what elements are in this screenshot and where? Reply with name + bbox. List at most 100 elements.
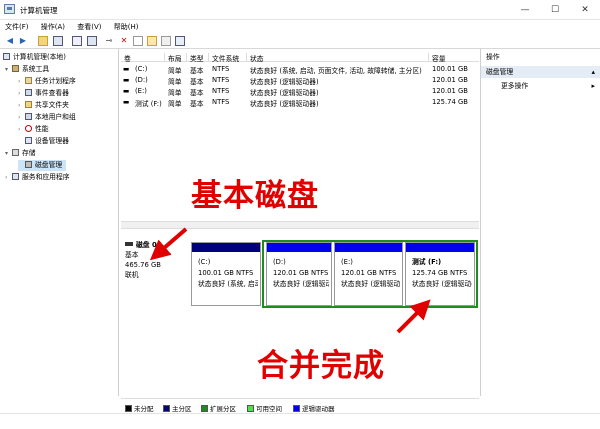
partition-bar: [267, 243, 331, 252]
action-pane-icon[interactable]: [87, 36, 97, 46]
col-volume[interactable]: 卷: [121, 53, 165, 63]
menu-action[interactable]: 操作(A): [36, 20, 70, 34]
chevron-right-icon[interactable]: ›: [5, 172, 12, 183]
shared-folder-icon: [25, 101, 32, 108]
chevron-right-icon[interactable]: ›: [18, 88, 25, 99]
annotation-merge-done: 合并完成: [257, 348, 385, 384]
legend: 未分配 主分区 扩展分区 可用空间 逻辑驱动器: [121, 398, 479, 413]
computer-icon: [3, 53, 10, 60]
delete-icon[interactable]: ✕: [119, 36, 129, 46]
actions-pane: 操作 磁盘管理 ▴ 更多操作 ▸: [480, 49, 600, 396]
volume-icon: ▬: [123, 87, 130, 95]
open-folder-icon[interactable]: [147, 36, 157, 46]
performance-icon: [25, 125, 32, 132]
legend-swatch: [293, 405, 300, 412]
partition-bar: [192, 243, 260, 252]
tree-shared-folders[interactable]: › 共享文件夹: [18, 100, 69, 111]
col-status[interactable]: 状态: [247, 53, 429, 63]
table-row[interactable]: ▬ (D:) 简单 基本 NTFS 状态良好 (逻辑驱动器) 120.01 GB: [121, 75, 479, 86]
tree-root[interactable]: 计算机管理(本地): [3, 52, 66, 63]
table-row[interactable]: ▬ (C:) 简单 基本 NTFS 状态良好 (系统, 启动, 页面文件, 活动…: [121, 64, 479, 75]
forward-arrow-icon[interactable]: ▶: [18, 36, 28, 46]
actions-header: 操作: [486, 53, 500, 61]
tree-performance[interactable]: › 性能: [18, 124, 49, 135]
chevron-right-icon[interactable]: ›: [18, 124, 25, 135]
legend-swatch: [247, 405, 254, 412]
tree-system-tools[interactable]: ▾ 系统工具: [5, 64, 49, 75]
col-layout[interactable]: 布局: [165, 53, 187, 63]
disk-icon: [125, 242, 133, 246]
disk-0-label[interactable]: 磁盘 0 基本 465.76 GB 联机: [125, 240, 187, 300]
partition-e[interactable]: (E:) 120.01 GB NTFS 状态良好 (逻辑驱动器: [334, 242, 403, 306]
col-type[interactable]: 类型: [187, 53, 209, 63]
status-bar: [0, 413, 600, 429]
chevron-right-icon[interactable]: ›: [18, 100, 25, 111]
minimize-button[interactable]: —: [510, 0, 540, 20]
table-row[interactable]: ▬ 测试 (F:) 简单 基本 NTFS 状态良好 (逻辑驱动器) 125.74…: [121, 97, 479, 108]
connect-icon[interactable]: ⊸: [104, 36, 114, 46]
disk-size: 465.76 GB: [125, 261, 161, 269]
collapse-caret-icon[interactable]: ▴: [591, 66, 595, 78]
disk-type: 基本: [125, 251, 139, 259]
close-button[interactable]: ✕: [570, 0, 600, 20]
actions-section-disk-management[interactable]: 磁盘管理 ▴: [481, 66, 600, 78]
view-icon[interactable]: [175, 36, 185, 46]
disk-icon: [25, 161, 32, 168]
help-icon[interactable]: [72, 36, 82, 46]
toolbar: ◀ ▶ ⊸ ✕: [0, 33, 600, 49]
maximize-button[interactable]: ☐: [540, 0, 570, 20]
legend-item: 未分配: [125, 403, 154, 413]
partition-bar: [335, 243, 402, 252]
tree-disk-management[interactable]: 磁盘管理: [18, 160, 67, 171]
volume-list-header: 卷 布局 类型 文件系统 状态 容量: [121, 51, 479, 63]
legend-item: 可用空间: [247, 403, 282, 413]
back-arrow-icon[interactable]: ◀: [5, 36, 15, 46]
more-actions[interactable]: 更多操作 ▸: [481, 80, 600, 92]
storage-icon: [12, 149, 19, 156]
submenu-arrow-icon: ▸: [591, 82, 595, 90]
show-tree-icon[interactable]: [53, 36, 63, 46]
console-tree: 计算机管理(本地) ▾ 系统工具 › 任务计划程序 › 事件查看器 › 共享文件夹 › 本…: [0, 49, 119, 396]
partition-f[interactable]: 测试 (F:) 125.74 GB NTFS 状态良好 (逻辑驱动器: [405, 242, 475, 306]
legend-swatch: [163, 405, 170, 412]
legend-item: 逻辑驱动器: [293, 403, 335, 413]
pane-splitter[interactable]: [121, 221, 479, 229]
partition-c[interactable]: (C:) 100.01 GB NTFS 状态良好 (系统, 启动: [191, 242, 261, 306]
legend-item: 主分区: [163, 403, 192, 413]
users-icon: [25, 113, 32, 120]
chevron-right-icon[interactable]: ›: [18, 112, 25, 123]
col-capacity[interactable]: 容量: [429, 53, 479, 63]
clock-icon: [25, 77, 32, 84]
title-bar: 计算机管理 — ☐ ✕: [0, 0, 600, 20]
menu-file[interactable]: 文件(F): [0, 20, 34, 34]
chevron-down-icon[interactable]: ▾: [5, 64, 12, 75]
chevron-right-icon[interactable]: ›: [18, 76, 25, 87]
partition-bar: [406, 243, 474, 252]
legend-swatch: [201, 405, 208, 412]
partition-d[interactable]: (D:) 120.01 GB NTFS 状态良好 (逻辑驱动器: [266, 242, 332, 306]
device-manager-icon: [25, 137, 32, 144]
volume-icon: ▬: [123, 98, 130, 106]
properties-icon[interactable]: [133, 36, 143, 46]
window-title: 计算机管理: [20, 6, 58, 15]
legend-swatch: [125, 405, 132, 412]
disk-state: 联机: [125, 271, 139, 279]
table-row[interactable]: ▬ (E:) 简单 基本 NTFS 状态良好 (逻辑驱动器) 120.01 GB: [121, 86, 479, 97]
tree-device-manager[interactable]: 设备管理器: [25, 136, 69, 147]
tree-storage[interactable]: ▾ 存储: [5, 148, 36, 159]
volume-icon: ▬: [123, 65, 130, 73]
tree-services[interactable]: › 服务和应用程序: [5, 172, 70, 183]
event-log-icon: [25, 89, 32, 96]
annotation-basic-disk: 基本磁盘: [191, 178, 319, 214]
legend-item: 扩展分区: [201, 403, 236, 413]
tree-task-scheduler[interactable]: › 任务计划程序: [18, 76, 76, 87]
chevron-down-icon[interactable]: ▾: [5, 148, 12, 159]
tree-local-users[interactable]: › 本地用户和组: [18, 112, 76, 123]
col-filesystem[interactable]: 文件系统: [209, 53, 247, 63]
volume-icon: ▬: [123, 76, 130, 84]
menu-view[interactable]: 查看(V): [72, 20, 106, 34]
tree-event-viewer[interactable]: › 事件查看器: [18, 88, 69, 99]
menu-help[interactable]: 帮助(H): [109, 20, 144, 34]
new-item-icon[interactable]: [161, 36, 171, 46]
up-folder-icon[interactable]: [38, 36, 48, 46]
